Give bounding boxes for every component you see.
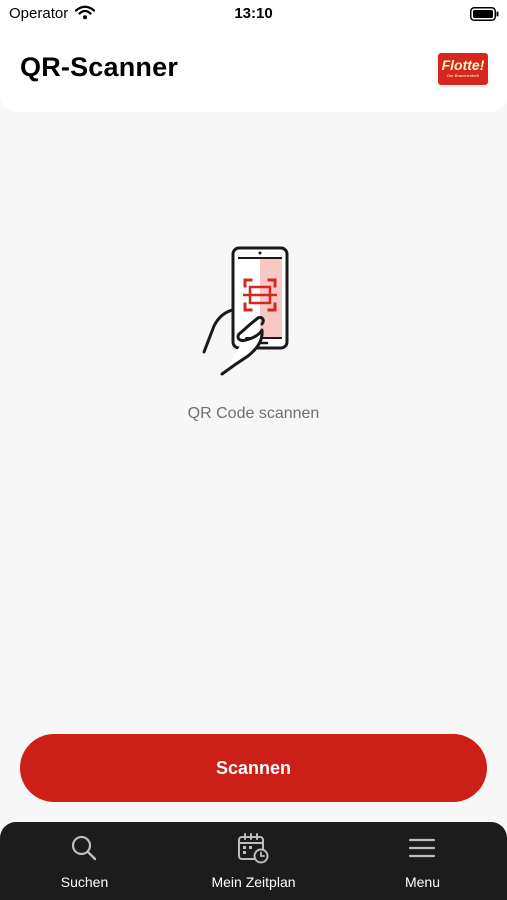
status-time: 13:10 xyxy=(234,5,273,22)
scan-hint-text: QR Code scannen xyxy=(187,405,320,422)
tab-schedule[interactable]: Mein Zeitplan xyxy=(169,822,338,900)
tab-search[interactable]: Suchen xyxy=(0,822,169,900)
brand-logo-tagline: Der Branchentreff xyxy=(447,73,479,78)
brand-logo-wordmark: Flotte! xyxy=(441,57,485,73)
tab-search-label: Suchen xyxy=(60,874,109,890)
tab-menu-label: Menu xyxy=(404,874,441,890)
calendar-clock-icon xyxy=(238,833,269,864)
search-icon xyxy=(70,834,98,862)
scan-button[interactable]: Scannen xyxy=(20,734,487,802)
header: QR-Scanner Flotte! Der Branchentreff xyxy=(0,26,507,112)
tab-schedule-label: Mein Zeitplan xyxy=(211,874,296,890)
battery-icon xyxy=(470,7,499,26)
tab-menu[interactable]: Menu xyxy=(338,822,507,900)
menu-icon xyxy=(408,834,436,862)
brand-logo: Flotte! Der Branchentreff xyxy=(438,53,488,85)
page-title: QR-Scanner xyxy=(20,52,179,82)
tab-bar: Suchen Mein Zeitplan Menu xyxy=(0,822,507,900)
hand-phone-qr-icon xyxy=(196,244,292,383)
status-bar: Operator 13:10 xyxy=(0,0,507,28)
